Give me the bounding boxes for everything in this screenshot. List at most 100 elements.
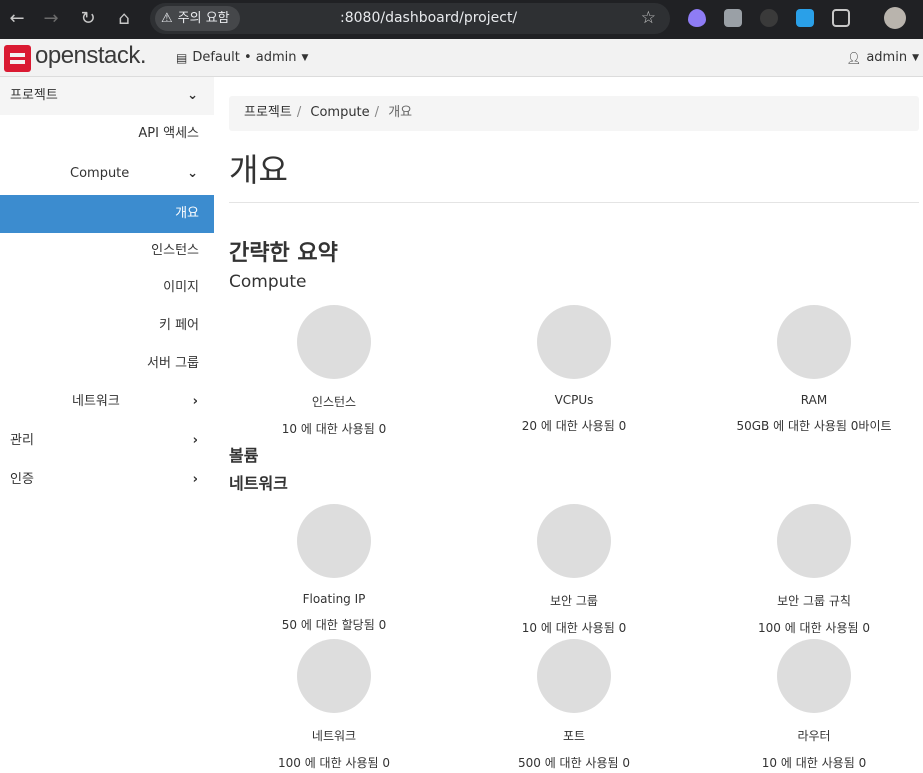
extensions-puzzle-icon[interactable] [832,9,850,27]
security-warning-chip[interactable]: ⚠ 주의 요함 [155,6,240,31]
warning-icon: ⚠ [161,11,173,26]
usage-pie [537,639,611,713]
pie-chart-networks: 네트워크 100 에 대한 사용됨 0 [214,639,454,771]
sidebar-item-label: 키 페어 [158,318,199,333]
pie-usage: 20 에 대한 사용됨 0 [521,419,627,433]
openstack-header: openstack. ▤ Default • admin ▼ 👤︎ admin … [0,39,923,77]
user-menu-label: admin [866,50,908,65]
pie-title: 인스턴스 [311,395,357,409]
sidebar-item-label: 인증 [10,472,34,487]
pie-chart-floating-ip: Floating IP 50 에 대한 할당됨 0 [214,504,454,633]
back-icon[interactable]: ← [6,8,28,30]
pie-usage: 500 에 대한 사용됨 0 [517,756,631,770]
chevron-down-icon: ⌄ [187,88,198,103]
pie-usage: 50GB 에 대한 사용됨 0바이트 [736,419,892,433]
chevron-right-icon: › [192,472,198,487]
sidebar-item-images[interactable]: 이미지 [0,269,214,307]
pie-title: 보안 그룹 [550,594,598,608]
sidebar-item-label: 인스턴스 [151,243,199,258]
bookmark-star-icon[interactable]: ☆ [641,3,656,34]
profile-avatar[interactable] [884,7,906,29]
sidebar-section-admin[interactable]: 관리 › [0,422,214,460]
breadcrumb-item[interactable]: 프로젝트 [244,105,292,120]
volume-heading: 볼륨 [229,446,259,465]
sidebar-item-api-access[interactable]: API 액세스 [0,115,214,153]
sidebar-item-label: Compute [70,166,130,181]
usage-pie [777,639,851,713]
user-menu[interactable]: 👤︎ admin ▼ [846,50,919,65]
summary-heading: 간략한 요약 [229,241,338,266]
url-text[interactable]: :8080/dashboard/project/ [340,3,517,34]
reload-icon[interactable]: ↻ [77,8,99,30]
warning-label: 주의 요함 [177,11,230,26]
sidebar-item-label: 서버 그룹 [147,356,199,371]
user-icon: 👤︎ [846,50,862,65]
extension-drop-icon[interactable] [688,9,706,27]
sidebar-item-server-groups[interactable]: 서버 그룹 [0,345,214,383]
sidebar-group-network[interactable]: 네트워크 › [0,383,214,421]
sidebar-item-label: 개요 [175,206,199,221]
pie-chart-instances: 인스턴스 10 에 대한 사용됨 0 [214,305,454,437]
sidebar-item-label: 관리 [10,433,34,448]
sidebar-item-key-pairs[interactable]: 키 페어 [0,307,214,345]
pie-chart-ports: 포트 500 에 대한 사용됨 0 [454,639,694,771]
pie-usage: 50 에 대한 할당됨 0 [281,618,387,632]
extension-camera-icon[interactable] [724,9,742,27]
breadcrumb: 프로젝트 / Compute / 개요 [229,96,919,131]
usage-pie [777,305,851,379]
breadcrumb-separator: / [296,105,302,120]
project-list-icon: ▤ [176,50,188,65]
page-title: 개요 [229,151,288,189]
address-bar[interactable]: ⚠ 주의 요함 :8080/dashboard/project/ ☆ [150,3,670,34]
sidebar-item-label: API 액세스 [138,126,199,141]
sidebar-item-instances[interactable]: 인스턴스 [0,232,214,270]
pie-usage: 10 에 대한 사용됨 0 [521,621,627,635]
chevron-right-icon: › [192,394,198,409]
pie-usage: 100 에 대한 사용됨 0 [757,621,871,635]
extension-square-icon[interactable] [796,9,814,27]
pie-chart-vcpus: VCPUs 20 에 대한 사용됨 0 [454,305,694,434]
sidebar-section-project[interactable]: 프로젝트 ⌄ [0,77,214,115]
sidebar-item-label: 프로젝트 [10,88,58,103]
sidebar-item-overview[interactable]: 개요 [0,195,214,233]
breadcrumb-current: 개요 [388,105,413,120]
home-icon[interactable]: ⌂ [113,8,135,30]
pie-title: Floating IP [302,592,366,606]
pie-usage: 10 에 대한 사용됨 0 [281,422,387,436]
pie-chart-routers: 라우터 10 에 대한 사용됨 0 [694,639,923,771]
pie-title: 라우터 [797,729,831,743]
usage-pie [537,504,611,578]
browser-toolbar: ← → ↻ ⌂ ⚠ 주의 요함 :8080/dashboard/project/… [0,0,923,39]
project-selector[interactable]: ▤ Default • admin ▼ [176,50,308,65]
chevron-right-icon: › [192,433,198,448]
breadcrumb-separator: / [374,105,380,120]
brand-name[interactable]: openstack. [35,42,147,70]
usage-pie [537,305,611,379]
openstack-logo-icon[interactable] [4,45,31,72]
caret-down-icon: ▼ [301,52,309,63]
sidebar-section-identity[interactable]: 인증 › [0,461,214,499]
usage-pie [777,504,851,578]
pie-chart-security-group-rules: 보안 그룹 규칙 100 에 대한 사용됨 0 [694,504,923,636]
usage-pie [297,639,371,713]
pie-chart-ram: RAM 50GB 에 대한 사용됨 0바이트 [694,305,923,434]
sidebar-item-label: 네트워크 [72,394,120,409]
sidebar-group-compute[interactable]: Compute ⌄ [0,155,214,193]
usage-pie [297,504,371,578]
forward-icon[interactable]: → [40,8,62,30]
sidebar: 프로젝트 ⌄ API 액세스 Compute ⌄ 개요 인스턴스 이미지 키 페… [0,77,214,773]
network-heading: 네트워크 [229,474,288,493]
project-selector-label: Default • admin [192,50,297,65]
extension-moon-icon[interactable] [760,9,778,27]
pie-title: 네트워크 [311,729,357,743]
pie-title: 보안 그룹 규칙 [777,594,851,608]
sidebar-item-label: 이미지 [163,280,199,295]
breadcrumb-item[interactable]: Compute [310,105,369,120]
pie-title: 포트 [562,729,586,743]
caret-down-icon: ▼ [912,52,919,63]
chevron-down-icon: ⌄ [187,166,198,181]
usage-pie [297,305,371,379]
pie-title: RAM [800,393,828,407]
pie-usage: 100 에 대한 사용됨 0 [277,756,391,770]
pie-title: VCPUs [554,393,594,407]
